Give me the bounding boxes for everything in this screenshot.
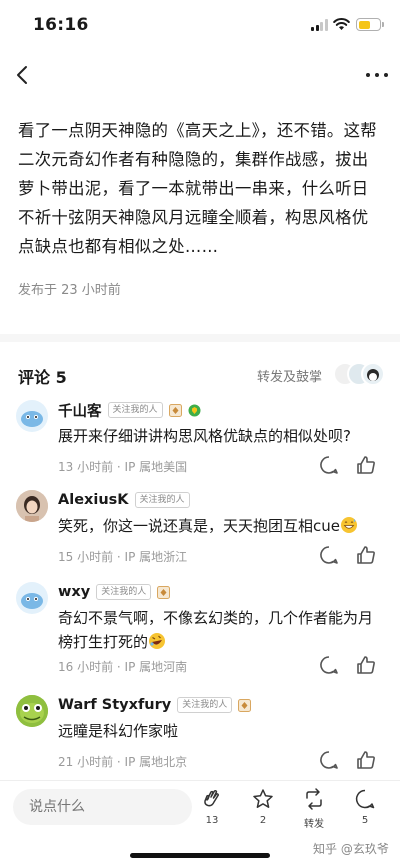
repost-icon (306, 788, 322, 810)
comment-button[interactable]: 5 (345, 787, 385, 835)
comment-username[interactable]: 千山客 (58, 400, 102, 421)
clap-count: 13 (205, 815, 219, 826)
follow-tag: 关注我的人 (177, 697, 233, 713)
thumbs-up-icon[interactable] (355, 454, 377, 476)
article-body: 看了一点阴天神隐的《高天之上》，还不错。这帮二次元奇幻作者有种隐隐的，集群作战感… (18, 121, 377, 256)
comment-meta: 15 小时前 · IP 属地浙江 (58, 550, 188, 564)
watermark: 知乎 @玄玖爷 (313, 842, 389, 856)
section-divider (0, 334, 400, 342)
comment-text: 展开来仔细讲讲构思风格优缺点的相似处呗? (58, 427, 351, 445)
home-indicator[interactable] (130, 853, 270, 858)
comment-meta: 21 小时前 · IP 属地北京 (58, 755, 188, 769)
comment-header: Warf Styxfury 关注我的人 (58, 695, 252, 715)
comment-header: AlexiusK 关注我的人 (58, 490, 190, 510)
favorite-button[interactable]: 2 (243, 787, 283, 835)
avatar[interactable] (16, 582, 48, 614)
avatar[interactable] (16, 400, 48, 432)
publish-time: 发布于 23 小时前 (18, 283, 121, 298)
comment-username[interactable]: wxy (58, 584, 90, 600)
clap-button[interactable]: 13 (192, 787, 232, 835)
status-time: 16:16 (33, 15, 89, 35)
comment-meta: 13 小时前 · IP 属地美国 (58, 460, 188, 474)
avatar[interactable] (16, 490, 48, 522)
comment-username[interactable]: Warf Styxfury (58, 697, 171, 713)
comment-header: 千山客 关注我的人 (58, 400, 201, 420)
comment-text: 奇幻不景气啊，不像玄幻类的，几个作者能为月榜打生打死的 (58, 606, 378, 654)
repost-avatars[interactable] (333, 362, 385, 386)
comment-meta: 16 小时前 · IP 属地河南 (58, 660, 188, 674)
comment-text: 远瞳是科幻作家啦 (58, 722, 179, 740)
follow-tag: 关注我的人 (107, 402, 163, 418)
comments-title: 评论 5 (18, 368, 67, 387)
grin-sweat-emoji-icon (340, 517, 357, 533)
chevron-left-icon[interactable] (12, 60, 34, 90)
thumbs-up-icon[interactable] (355, 544, 377, 566)
badge-icon (238, 698, 252, 712)
badge-icon (157, 585, 171, 599)
reply-icon[interactable] (318, 454, 340, 476)
star-icon (253, 789, 273, 808)
comment-username[interactable]: AlexiusK (58, 492, 129, 508)
follow-tag: 关注我的人 (96, 584, 152, 600)
comment-text-content: 笑死，你这一说还真是，天天抱团互相cue (58, 517, 340, 535)
repost-label: 转发 (304, 819, 324, 830)
thumbs-up-icon[interactable] (355, 654, 377, 676)
wifi-icon (333, 18, 350, 30)
comment-header: wxy 关注我的人 (58, 582, 171, 602)
repost-button[interactable]: 转发 (294, 787, 334, 835)
comment-icon (355, 789, 375, 809)
repost-clap-link[interactable]: 转发及鼓掌 (257, 366, 322, 385)
reply-icon[interactable] (318, 749, 340, 771)
shield-icon (188, 404, 201, 416)
comment-input[interactable] (13, 789, 192, 825)
comment-text: 笑死，你这一说还真是，天天抱团互相cue (58, 514, 378, 538)
comment-text-content: 奇幻不景气啊，不像玄幻类的，几个作者能为月榜打生打死的 (58, 609, 374, 651)
battery-level (358, 20, 370, 29)
rolling-laughing-emoji-icon (149, 633, 166, 649)
more-horizontal-icon[interactable] (364, 62, 390, 88)
signal-icon (311, 19, 329, 31)
follow-tag: 关注我的人 (134, 492, 190, 508)
status-bar: 16:16 (0, 0, 400, 50)
battery-icon (356, 18, 384, 31)
thumbs-up-icon[interactable] (355, 749, 377, 771)
avatar[interactable] (16, 695, 48, 727)
avatar (361, 362, 385, 386)
reply-icon[interactable] (318, 654, 340, 676)
clap-icon (204, 789, 220, 807)
reply-icon[interactable] (318, 544, 340, 566)
comment-count: 5 (361, 815, 369, 826)
badge-icon (168, 403, 182, 417)
star-count: 2 (259, 815, 267, 826)
